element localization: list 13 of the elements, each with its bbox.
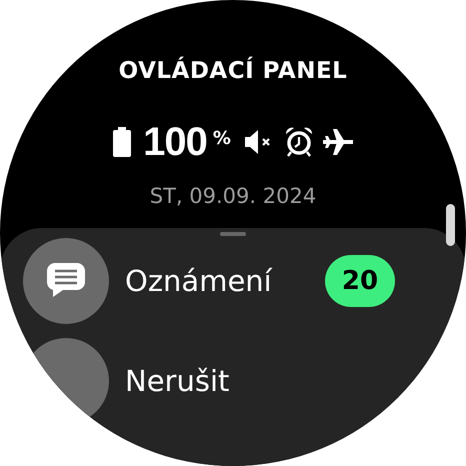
menu-item-label[interactable]: Oznámení <box>125 264 325 298</box>
airplane-icon <box>322 129 353 155</box>
alarm-clock-icon <box>284 127 313 157</box>
scroll-indicator <box>446 204 455 246</box>
date-text: ST, 09.09. 2024 <box>150 184 316 208</box>
percent-sign: % <box>212 128 231 149</box>
battery-icon <box>113 127 132 157</box>
panel-title: OVLÁDACÍ PANEL <box>118 58 348 84</box>
chat-bubble-icon <box>47 263 85 299</box>
battery-percentage: 100 <box>143 120 207 164</box>
drag-handle[interactable] <box>220 232 246 236</box>
count-badge: 20 <box>325 255 395 307</box>
menu-item-label[interactable]: Nerušit <box>125 364 325 398</box>
